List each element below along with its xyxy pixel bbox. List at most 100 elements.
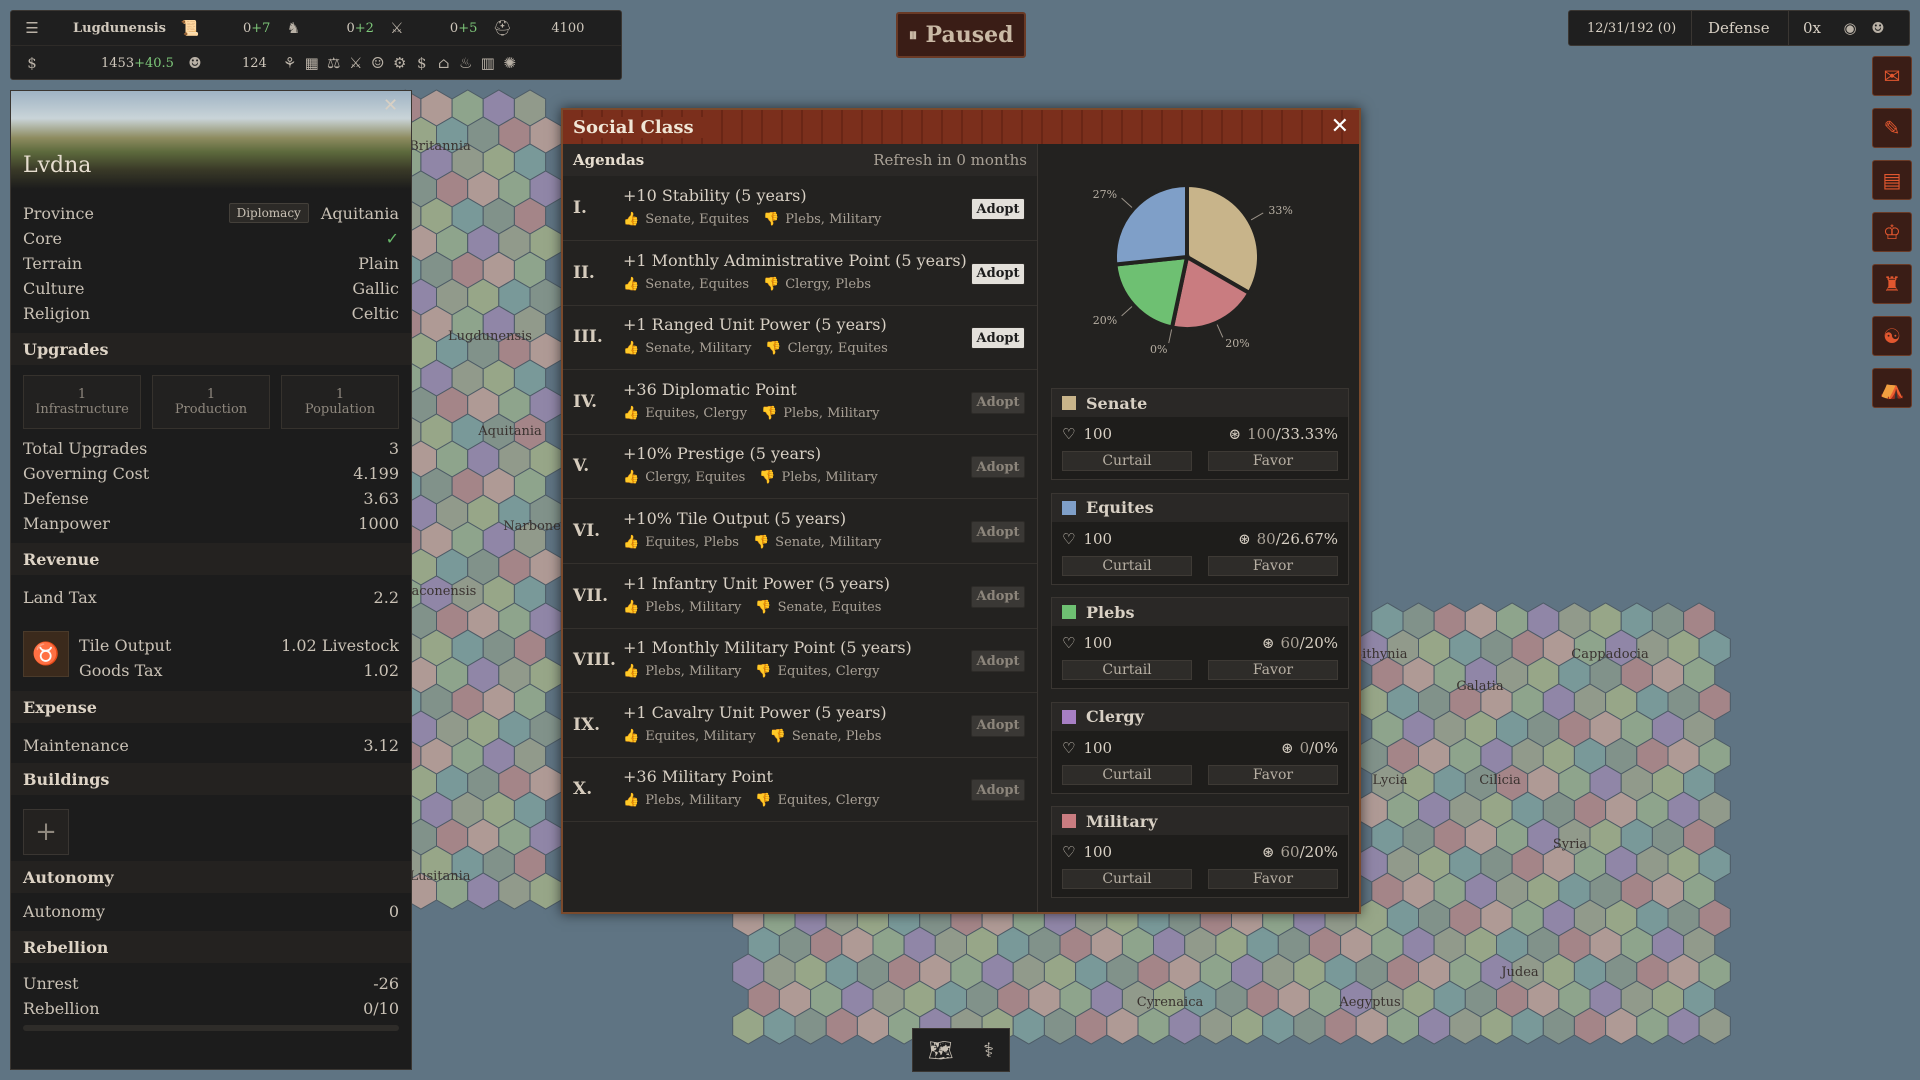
adopt-button[interactable]: Adopt bbox=[971, 779, 1025, 802]
class-color-swatch bbox=[1062, 396, 1076, 410]
game-date[interactable]: 12/31/192 (0) bbox=[1587, 21, 1691, 36]
terrain-label: Terrain bbox=[23, 253, 83, 273]
ledger-icon[interactable]: ▤ bbox=[1872, 160, 1912, 200]
diplomacy-icon[interactable]: ✉ bbox=[1872, 56, 1912, 96]
swords-icon[interactable]: ⚔ bbox=[386, 17, 408, 39]
pie-label: 33% bbox=[1268, 204, 1292, 217]
temple-icon[interactable]: ⌂ bbox=[433, 52, 455, 74]
agenda-opponents: 👎 Senate, Equites bbox=[755, 599, 882, 615]
favor-button[interactable]: Favor bbox=[1208, 555, 1338, 576]
side-buttons: ✉ ✎ ▤ ♔ ♜ ☯ ⛺ bbox=[1872, 56, 1912, 420]
adopt-button[interactable]: Adopt bbox=[971, 585, 1025, 608]
class-influence: 60 bbox=[1280, 634, 1300, 652]
unrest-value: -26 bbox=[373, 973, 399, 993]
trade-icon[interactable]: ⛺ bbox=[1872, 368, 1912, 408]
curtail-button[interactable]: Curtail bbox=[1062, 869, 1192, 889]
class-header: Plebs bbox=[1052, 598, 1348, 626]
land-tax-label: Land Tax bbox=[23, 587, 97, 607]
emblem-icon[interactable]: ✺ bbox=[499, 52, 521, 74]
crossed-swords-icon[interactable]: ⚔ bbox=[345, 52, 367, 74]
revenue-header: Revenue bbox=[11, 543, 411, 575]
adopt-button[interactable]: Adopt bbox=[971, 714, 1025, 737]
province-title: Lvdna bbox=[23, 153, 92, 178]
thumbs-down-icon: 👎 bbox=[763, 276, 780, 292]
class-color-swatch bbox=[1062, 709, 1076, 724]
curtail-button[interactable]: Curtail bbox=[1062, 451, 1192, 471]
adopt-button[interactable]: Adopt bbox=[971, 391, 1025, 414]
agenda-supporters: 👍 Plebs, Military bbox=[623, 793, 742, 809]
game-speed[interactable]: 0x bbox=[1803, 19, 1831, 37]
adopt-button[interactable]: Adopt bbox=[971, 456, 1025, 479]
adopt-button[interactable]: Adopt bbox=[971, 262, 1025, 285]
class-influence: 0 bbox=[1299, 738, 1310, 757]
province-name[interactable]: Lugdunensis bbox=[73, 21, 173, 36]
ruler-icon[interactable]: ♔ bbox=[1872, 212, 1912, 252]
close-icon[interactable]: ✕ bbox=[1331, 114, 1349, 139]
favor-button[interactable]: Favor bbox=[1208, 451, 1338, 471]
favor-button[interactable]: Favor bbox=[1208, 660, 1338, 680]
adopt-button[interactable]: Adopt bbox=[971, 198, 1025, 220]
curtail-button[interactable]: Curtail bbox=[1062, 555, 1192, 576]
diplomacy-badge[interactable]: Diplomacy bbox=[228, 203, 309, 223]
class-card-clergy: Clergy ♡ 100 ⊛ 0/0% Curtail Favor bbox=[1051, 701, 1349, 794]
gear-icon[interactable]: ⚙ bbox=[389, 52, 411, 74]
population-icon[interactable]: ☻ bbox=[184, 52, 206, 74]
upgrade-population[interactable]: 1 Population bbox=[281, 375, 399, 429]
agenda-supporters: 👍 Equites, Clergy bbox=[623, 405, 748, 421]
favor-button[interactable]: Favor bbox=[1208, 869, 1338, 889]
scroll-icon[interactable]: 📜 bbox=[179, 17, 201, 39]
map-region-label: Syria bbox=[1553, 837, 1588, 852]
building-icon[interactable]: ▦ bbox=[301, 52, 323, 74]
agenda-opponents: 👎 Senate, Military bbox=[752, 535, 882, 550]
adopt-button[interactable]: Adopt bbox=[971, 650, 1025, 673]
pause-button[interactable]: ⏸ Paused bbox=[896, 12, 1026, 58]
agenda-supporters: 👍 Equites, Military bbox=[623, 728, 756, 744]
coin-icon[interactable]: $ bbox=[411, 52, 433, 74]
curtail-button[interactable]: Curtail bbox=[1062, 660, 1192, 680]
class-loyalty: 100 bbox=[1083, 738, 1113, 757]
terrain-value: Plain bbox=[358, 253, 399, 273]
map-region-label: Britannia bbox=[409, 139, 471, 154]
agenda-title: +1 Monthly Administrative Point (5 years… bbox=[623, 250, 967, 270]
thumbs-down-icon: 👎 bbox=[755, 793, 772, 809]
discord-icon[interactable]: ☻ bbox=[1867, 17, 1889, 39]
agenda-number: VII. bbox=[573, 585, 609, 606]
map-region-label: Judea bbox=[1499, 965, 1539, 980]
gold-icon[interactable]: $ bbox=[21, 52, 43, 74]
fountain-icon[interactable]: ♨ bbox=[455, 52, 477, 74]
network-icon[interactable]: ⚘ bbox=[279, 52, 301, 74]
dialog-title: Social Class bbox=[573, 116, 704, 138]
adopt-button[interactable]: Adopt bbox=[971, 327, 1025, 350]
agenda-row: II. +1 Monthly Administrative Point (5 ye… bbox=[563, 241, 1037, 306]
close-icon[interactable]: ✕ bbox=[383, 95, 398, 116]
tasks-icon[interactable]: ✎ bbox=[1872, 108, 1912, 148]
core-label: Core bbox=[23, 228, 62, 248]
religion-value: Celtic bbox=[351, 303, 399, 323]
map-icon[interactable]: 🗺 bbox=[928, 1038, 953, 1062]
adopt-button[interactable]: Adopt bbox=[971, 521, 1025, 543]
army-icon[interactable]: ♜ bbox=[1872, 264, 1912, 304]
map-mode[interactable]: Defense bbox=[1708, 19, 1788, 37]
add-building-button[interactable]: + bbox=[23, 809, 69, 855]
defense-value: 3.63 bbox=[363, 488, 399, 508]
agenda-header: Agendas Refresh in 0 months bbox=[563, 144, 1037, 176]
curtail-button[interactable]: Curtail bbox=[1062, 764, 1192, 785]
agendas-label: Agendas bbox=[573, 151, 645, 169]
thumbs-up-icon: 👍 bbox=[623, 793, 640, 809]
horse-icon[interactable]: ♞ bbox=[282, 17, 304, 39]
menu-icon[interactable]: ☰ bbox=[21, 17, 43, 39]
pause-icon: ⏸ bbox=[908, 24, 918, 46]
head-icon[interactable]: ☺ bbox=[367, 52, 389, 74]
pie-leader-line bbox=[1121, 306, 1133, 317]
upgrade-infrastructure[interactable]: 1 Infrastructure bbox=[23, 375, 141, 429]
favor-button[interactable]: Favor bbox=[1208, 764, 1338, 785]
helmet-icon[interactable]: ⛑ bbox=[491, 17, 513, 39]
influence-icon: ⊛ bbox=[1261, 634, 1275, 652]
upgrade-production[interactable]: 1 Production bbox=[152, 375, 270, 429]
scales-icon[interactable]: ⚖ bbox=[323, 52, 345, 74]
book-icon[interactable]: ▥ bbox=[477, 52, 499, 74]
class-header: Senate bbox=[1052, 389, 1348, 417]
tree-icon[interactable]: ⚕ bbox=[983, 1038, 994, 1062]
steam-icon[interactable]: ◉ bbox=[1839, 17, 1861, 39]
religion-icon[interactable]: ☯ bbox=[1872, 316, 1912, 356]
